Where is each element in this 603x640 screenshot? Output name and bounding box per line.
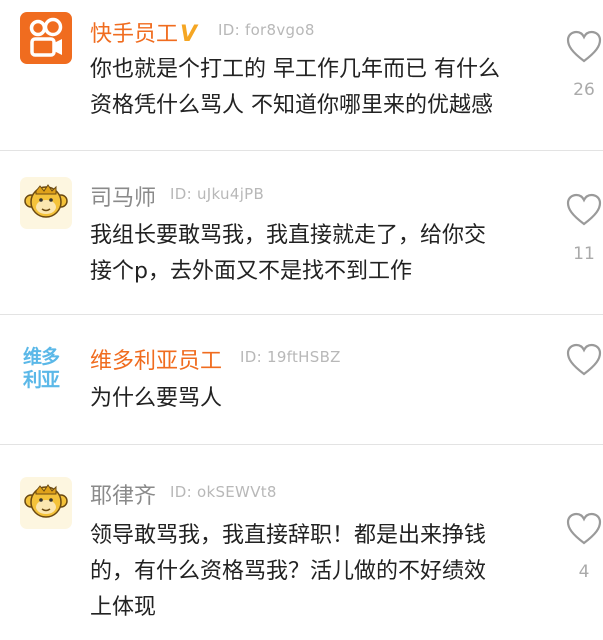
avatar-text: 维多 <box>23 346 60 368</box>
author-name[interactable]: 司马师 <box>90 180 156 212</box>
heart-icon[interactable] <box>566 512 602 546</box>
heart-icon[interactable] <box>566 30 602 64</box>
heart-icon[interactable] <box>566 343 602 377</box>
author-name[interactable]: 耶律齐 <box>90 478 156 510</box>
comment-text-line: 领导敢骂我，我直接辞职！都是出来挣钱 <box>90 523 487 548</box>
user-id: ID: uJku4jPB <box>170 185 265 203</box>
heart-icon[interactable] <box>566 193 602 227</box>
user-id: ID: okSEWVt8 <box>170 483 277 501</box>
avatar-text: 利亚 <box>23 369 60 391</box>
comment-text-line: 接个p，去外面又不是找不到工作 <box>90 259 412 284</box>
comment-text-line: 资格凭什么骂人 不知道你哪里来的优越感 <box>90 93 493 118</box>
verified-badge: V <box>180 22 198 47</box>
comment-text-line: 我组长要敢骂我，我直接就走了，给你交 <box>90 223 487 248</box>
vidalia-logo-avatar[interactable]: 维多 利亚 <box>20 343 72 395</box>
comment-text-line: 你也就是个打工的 早工作几年而已 有什么 <box>90 57 500 82</box>
like-count: 4 <box>578 562 590 582</box>
comment-text-line: 的，有什么资格骂我？活儿做的不好绩效 <box>90 559 487 584</box>
kuaishou-logo-icon[interactable] <box>20 12 72 64</box>
monkey-avatar-icon[interactable] <box>20 477 72 529</box>
comment-item: 耶律齐 ID: okSEWVt8 领导敢骂我，我直接辞职！都是出来挣钱 的，有什… <box>0 445 603 640</box>
comment-item: 维多 利亚 维多利亚员工 ID: 19ftHSBZ 为什么要骂人 <box>0 315 603 444</box>
like-count: 11 <box>573 244 595 264</box>
author-name[interactable]: 维多利亚员工 <box>90 343 222 375</box>
comment-text-line: 上体现 <box>90 595 157 620</box>
author-name[interactable]: 快手员工 <box>90 22 178 47</box>
like-count: 26 <box>573 80 595 100</box>
user-id: ID: 19ftHSBZ <box>240 348 341 366</box>
comment-text-line: 为什么要骂人 <box>90 386 223 411</box>
comment-author[interactable]: 快手员工V <box>90 16 197 48</box>
comment-item: 司马师 ID: uJku4jPB 我组长要敢骂我，我直接就走了，给你交 接个p，… <box>0 151 603 314</box>
comment-item: 快手员工V ID: for8vgo8 你也就是个打工的 早工作几年而已 有什么 … <box>0 0 603 150</box>
monkey-avatar-icon[interactable] <box>20 177 72 229</box>
user-id: ID: for8vgo8 <box>218 21 315 39</box>
